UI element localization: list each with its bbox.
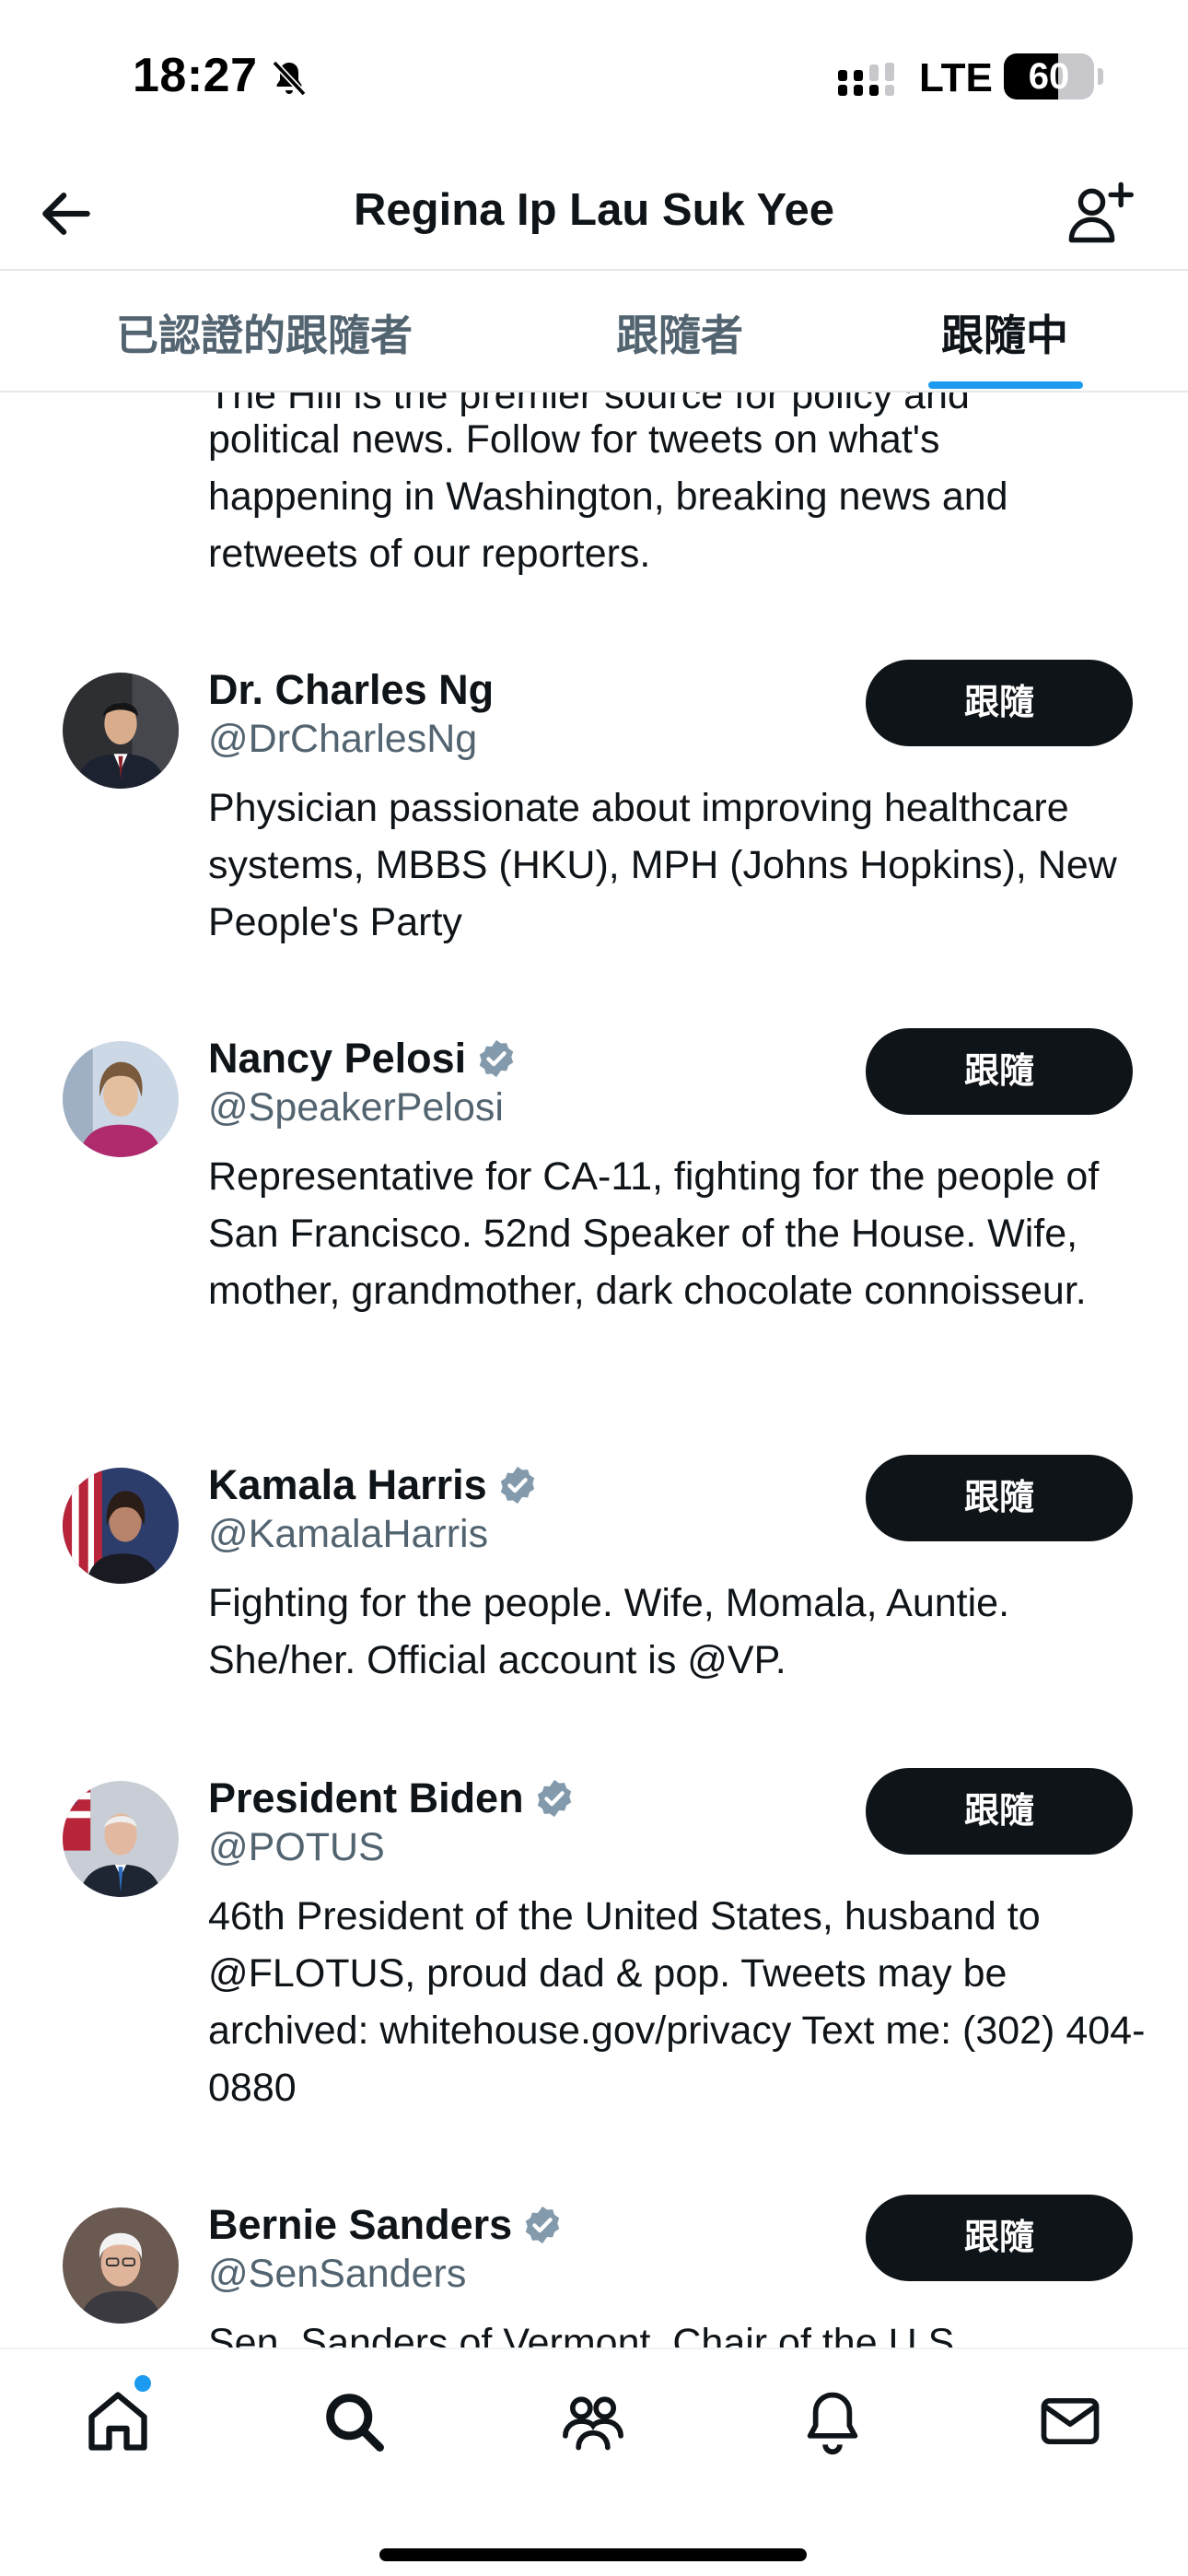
avatar[interactable] <box>63 1041 179 1157</box>
status-time: 18:27 <box>133 49 258 102</box>
active-tab-indicator <box>928 381 1083 389</box>
user-name-row: Kamala Harris <box>208 1457 539 1514</box>
user-name-row: Nancy Pelosi <box>208 1030 518 1087</box>
partial-bio-line: happening in Washington, breaking news a… <box>208 474 1008 519</box>
partial-bio-line: political news. Follow for tweets on wha… <box>208 417 940 462</box>
verified-badge-icon <box>479 1039 514 1078</box>
battery-cap <box>1098 68 1103 85</box>
user-name-row: President Biden <box>208 1770 576 1827</box>
user-name[interactable]: Kamala Harris <box>208 1461 487 1509</box>
signal-icon <box>838 63 894 96</box>
user-bio: Fighting for the people. Wife, Momala, A… <box>208 1581 1010 1682</box>
tab-following[interactable]: 跟隨中 <box>941 302 1068 363</box>
partial-bio-line: retweets of our reporters. <box>208 532 651 576</box>
following-list[interactable]: The Hill is the premier source for polic… <box>0 392 1188 2348</box>
user-handle[interactable]: @DrCharlesNg <box>208 717 477 762</box>
notifications-icon[interactable] <box>798 2386 868 2456</box>
bottom-tab-bar <box>0 2348 1188 2576</box>
user-name-row: Bernie Sanders <box>208 2196 564 2254</box>
user-bio: Physician passionate about improving hea… <box>208 786 1117 944</box>
battery-icon: 60 <box>1004 53 1094 100</box>
verified-badge-icon <box>525 2206 560 2244</box>
avatar[interactable] <box>63 2207 179 2324</box>
follow-button[interactable]: 跟隨 <box>866 2195 1133 2281</box>
home-notification-dot <box>134 2375 151 2392</box>
avatar[interactable] <box>63 1468 179 1584</box>
home-icon[interactable] <box>83 2386 153 2456</box>
follow-button[interactable]: 跟隨 <box>866 1028 1133 1115</box>
user-bio: Representative for CA-11, fighting for t… <box>208 1154 1100 1313</box>
network-label: LTE <box>919 55 993 100</box>
user-bio: Sen. Sanders of Vermont, Chair of the U.… <box>208 2321 966 2348</box>
user-bio: 46th President of the United States, hus… <box>208 1894 1146 2110</box>
follow-button[interactable]: 跟隨 <box>866 1455 1133 1541</box>
follow-button[interactable]: 跟隨 <box>866 660 1133 746</box>
user-handle[interactable]: @KamalaHarris <box>208 1512 488 1557</box>
verified-badge-icon <box>537 1779 571 1818</box>
home-indicator <box>379 2548 807 2561</box>
tab-verified-followers[interactable]: 已認證的跟隨者 <box>116 302 413 363</box>
communities-icon[interactable] <box>558 2386 628 2456</box>
messages-icon[interactable] <box>1035 2386 1105 2456</box>
tab-followers[interactable]: 跟隨者 <box>616 302 743 363</box>
user-name[interactable]: Dr. Charles Ng <box>208 666 494 714</box>
follow-tabs: 已認證的跟隨者 跟隨者 跟隨中 <box>0 271 1188 392</box>
user-name[interactable]: Bernie Sanders <box>208 2201 512 2249</box>
user-handle[interactable]: @SpeakerPelosi <box>208 1085 504 1130</box>
battery-level: 60 <box>1028 56 1070 97</box>
avatar[interactable] <box>63 1781 179 1897</box>
avatar[interactable] <box>63 673 179 789</box>
user-name-row: Dr. Charles Ng <box>208 662 494 719</box>
header: Regina Ip Lau Suk Yee <box>0 157 1188 271</box>
verified-badge-icon <box>500 1466 534 1505</box>
search-icon[interactable] <box>319 2386 389 2456</box>
user-name[interactable]: Nancy Pelosi <box>208 1035 466 1083</box>
silent-bell-icon <box>272 60 307 97</box>
user-name[interactable]: President Biden <box>208 1774 524 1822</box>
user-handle[interactable]: @SenSanders <box>208 2252 466 2297</box>
page-title: Regina Ip Lau Suk Yee <box>354 185 834 235</box>
status-bar: 18:27 LTE 60 <box>0 0 1188 157</box>
follow-button[interactable]: 跟隨 <box>866 1768 1133 1855</box>
add-user-icon[interactable] <box>1064 179 1137 249</box>
user-handle[interactable]: @POTUS <box>208 1825 385 1870</box>
